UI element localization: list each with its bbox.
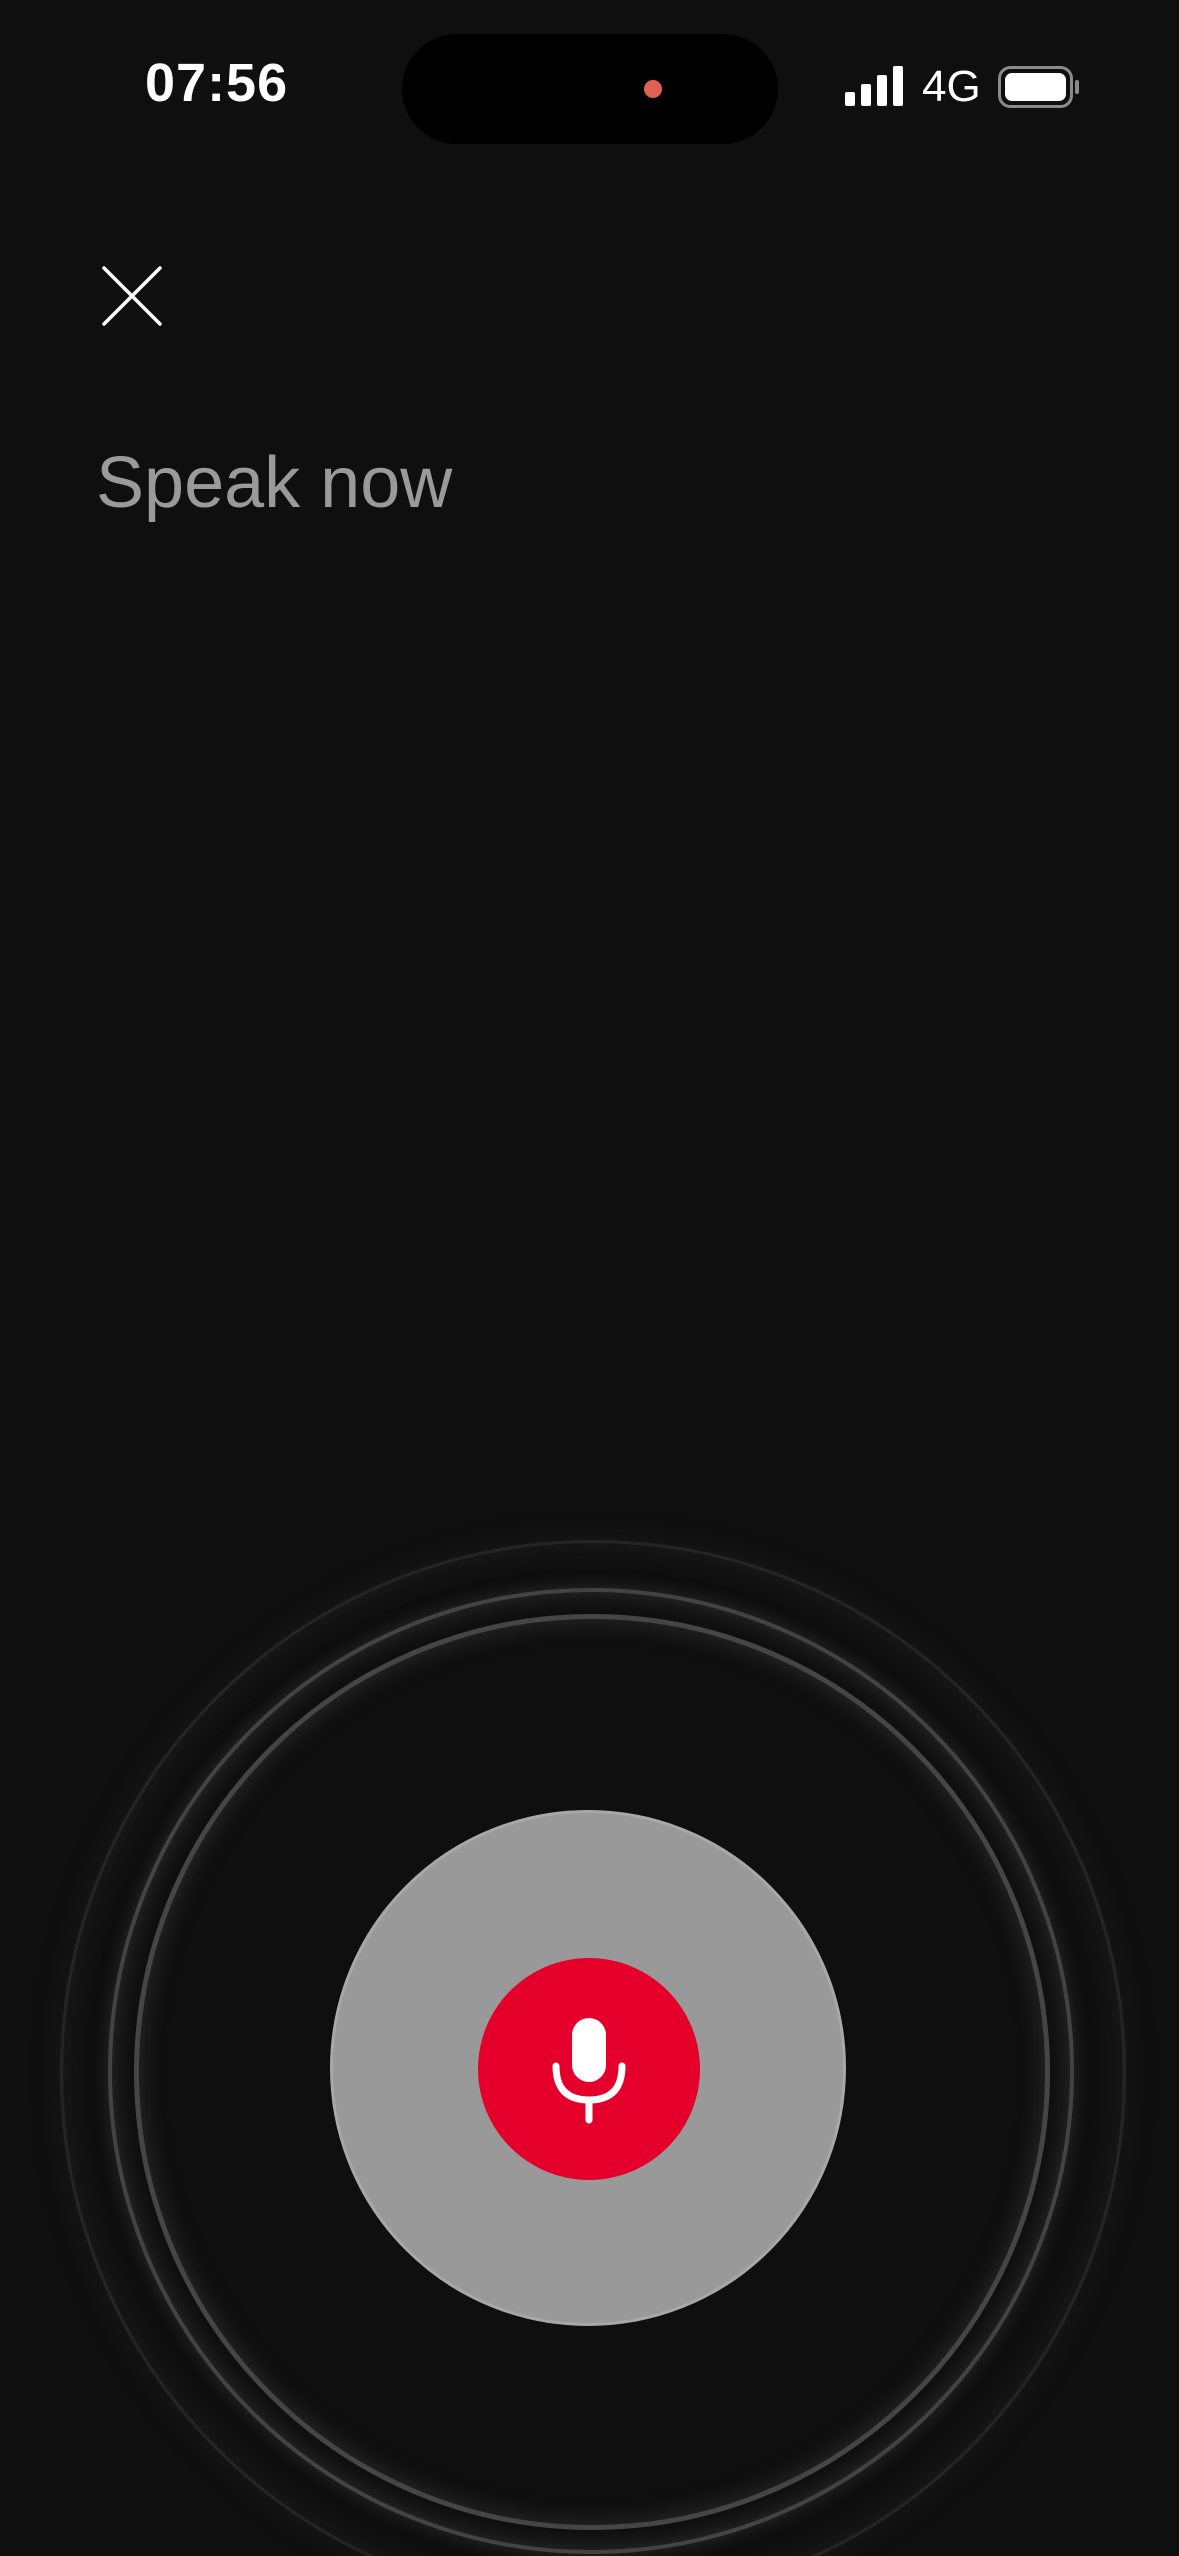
microphone-icon (552, 2018, 626, 2124)
status-bar: 07:56 4G (0, 0, 1179, 180)
recording-indicator-dot (644, 80, 662, 98)
close-icon (102, 266, 162, 326)
battery-icon (998, 66, 1079, 108)
speak-now-prompt: Speak now (96, 443, 453, 523)
network-type: 4G (922, 62, 981, 111)
microphone-button[interactable] (478, 1958, 700, 2180)
close-button[interactable] (98, 262, 166, 330)
signal-bars-icon (845, 66, 903, 106)
voice-visualizer (50, 1530, 1130, 2556)
dynamic-island (402, 34, 778, 144)
status-time: 07:56 (145, 53, 289, 113)
